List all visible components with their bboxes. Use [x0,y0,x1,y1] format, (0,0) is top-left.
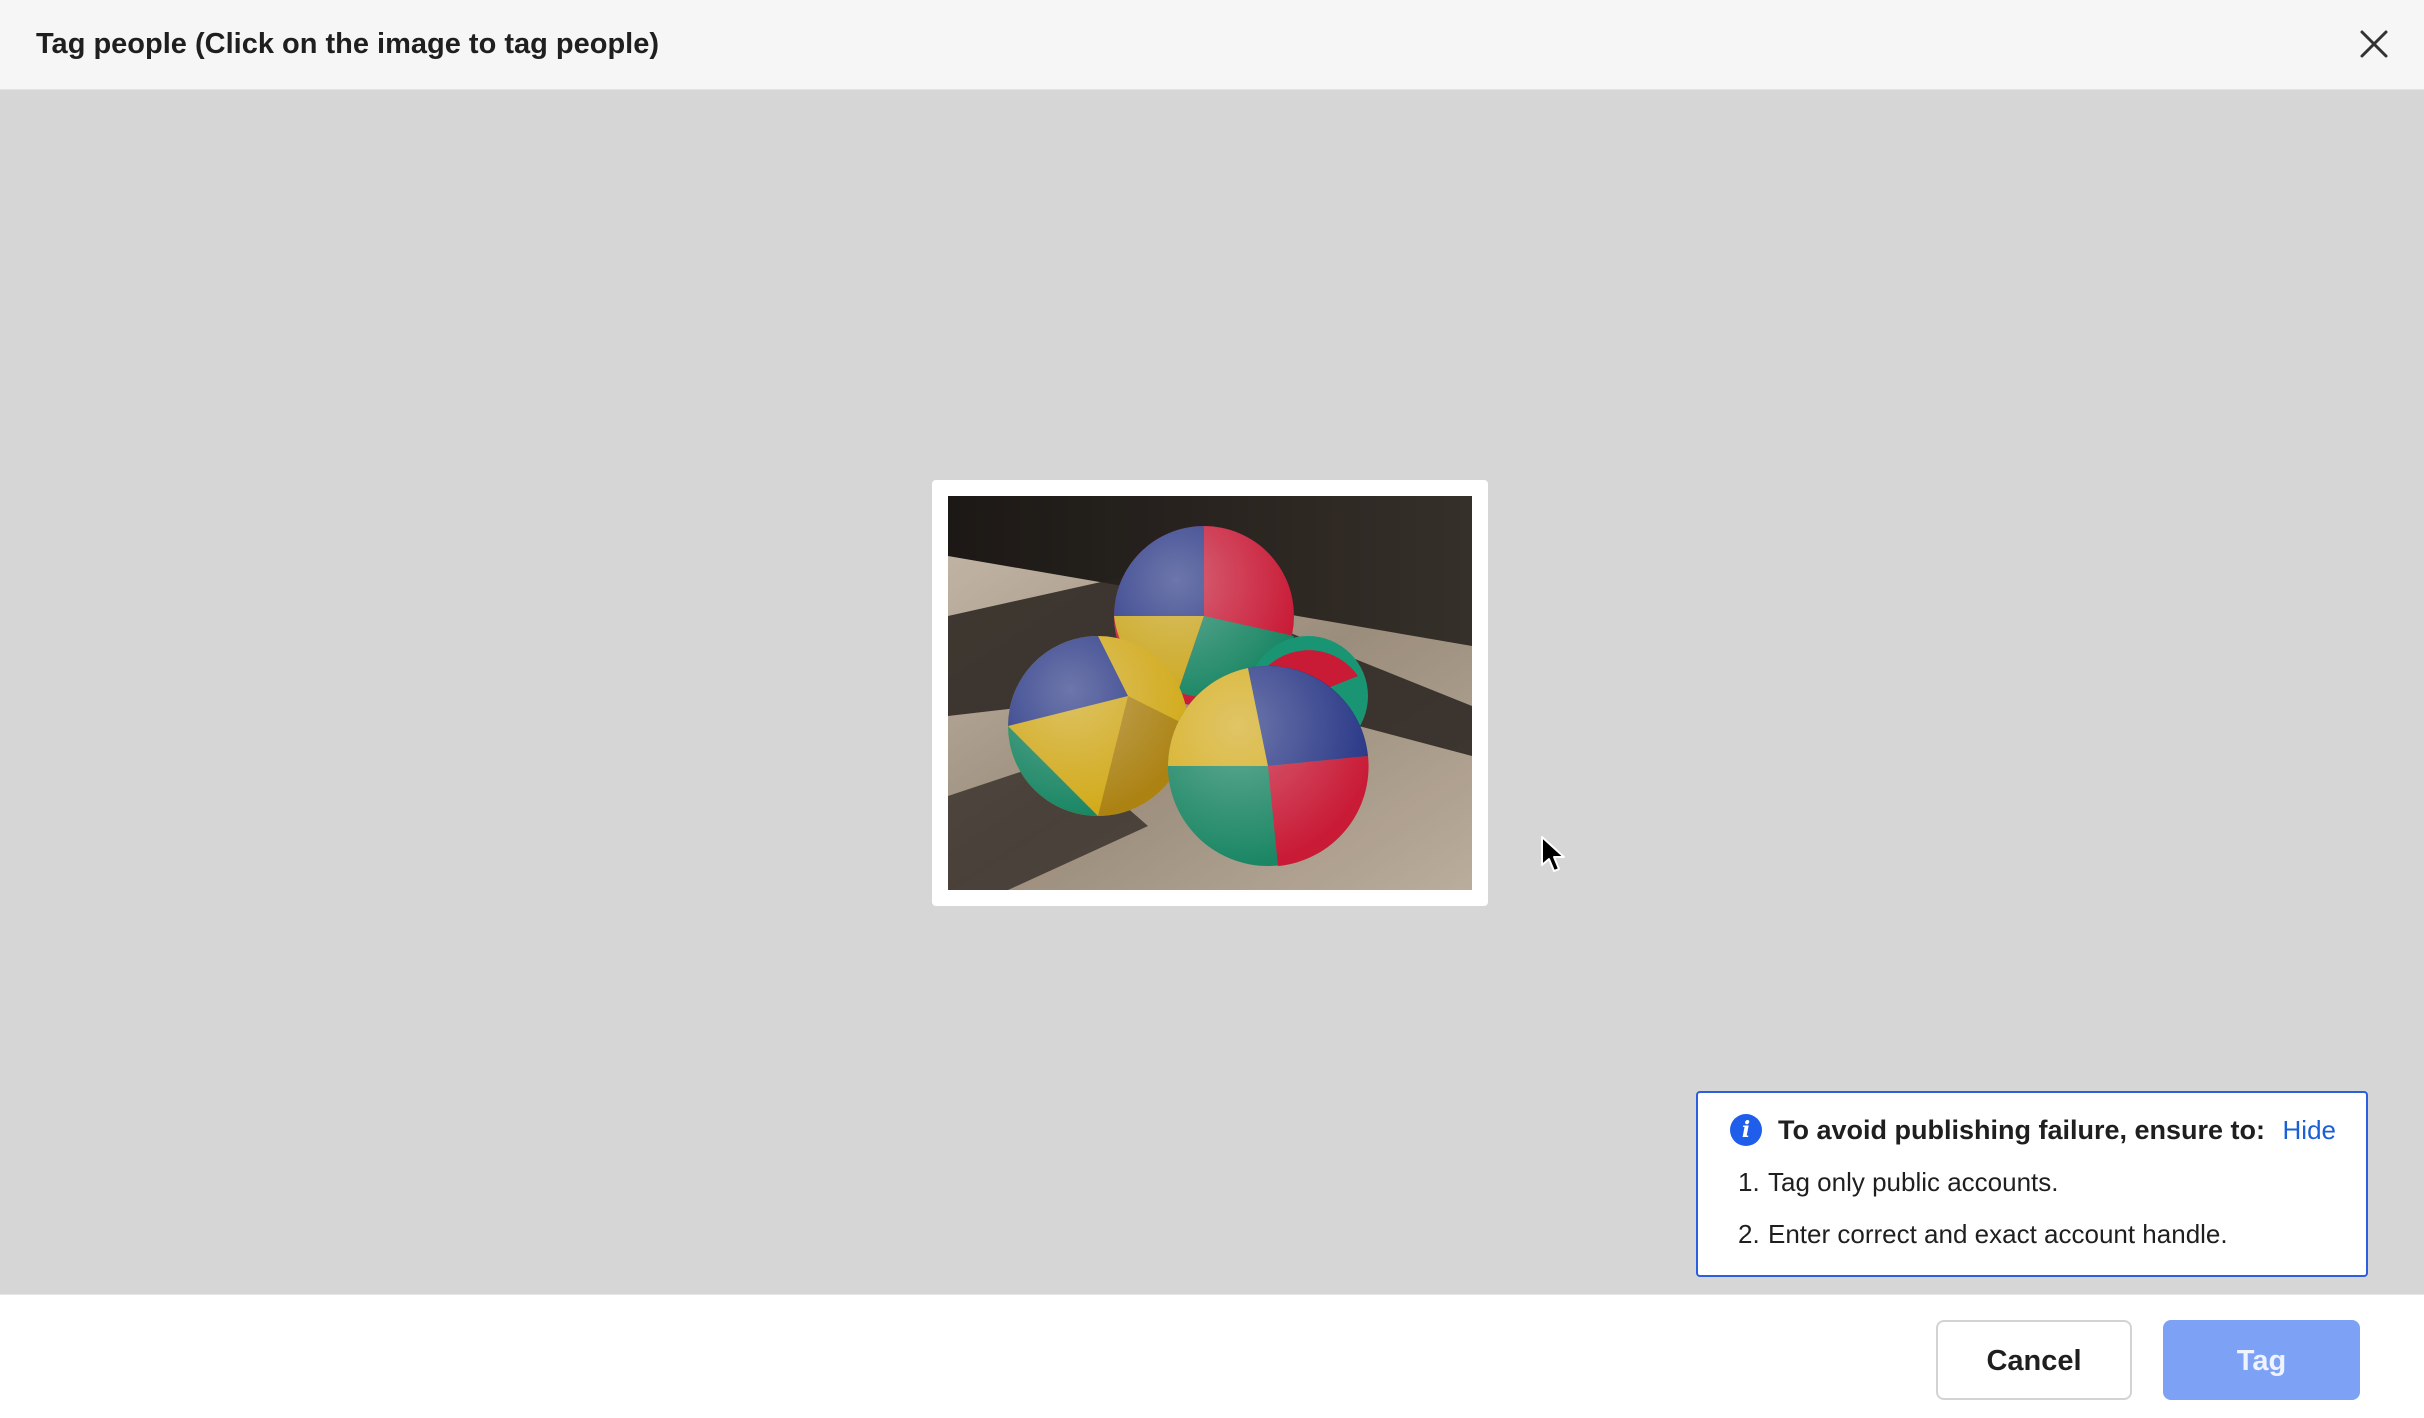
modal-footer: Cancel Tag [0,1294,2424,1418]
list-item-number: 1. [1738,1167,1760,1197]
notice-heading: To avoid publishing failure, ensure to: [1778,1115,2266,1145]
list-item: 2. Enter correct and exact account handle… [1738,1217,2228,1269]
cancel-button[interactable]: Cancel [1936,1320,2132,1400]
juggling-balls-photo[interactable] [948,496,1472,890]
list-item-text: Tag only public accounts. [1768,1167,2059,1197]
info-icon: i [1730,1114,1762,1146]
list-item: 1. Tag only public accounts. [1738,1165,2228,1217]
publishing-notice: i To avoid publishing failure, ensure to… [1696,1091,2368,1277]
close-icon [2360,30,2388,58]
notice-list: 1. Tag only public accounts. 2. Enter corr… [1738,1165,2228,1269]
tag-button[interactable]: Tag [2163,1320,2360,1400]
close-button[interactable] [2350,20,2398,68]
taggable-image[interactable] [932,480,1488,906]
list-item-number: 2. [1738,1219,1760,1249]
arrow-cursor-icon [1541,836,1565,872]
tag-people-modal: Tag people (Click on the image to tag pe… [0,0,2424,1418]
modal-title: Tag people (Click on the image to tag pe… [36,28,660,60]
photo-illustration [948,496,1472,890]
modal-header: Tag people (Click on the image to tag pe… [0,0,2424,90]
list-item-text: Enter correct and exact account handle. [1768,1219,2228,1249]
hide-notice-link[interactable]: Hide [2283,1113,2336,1147]
